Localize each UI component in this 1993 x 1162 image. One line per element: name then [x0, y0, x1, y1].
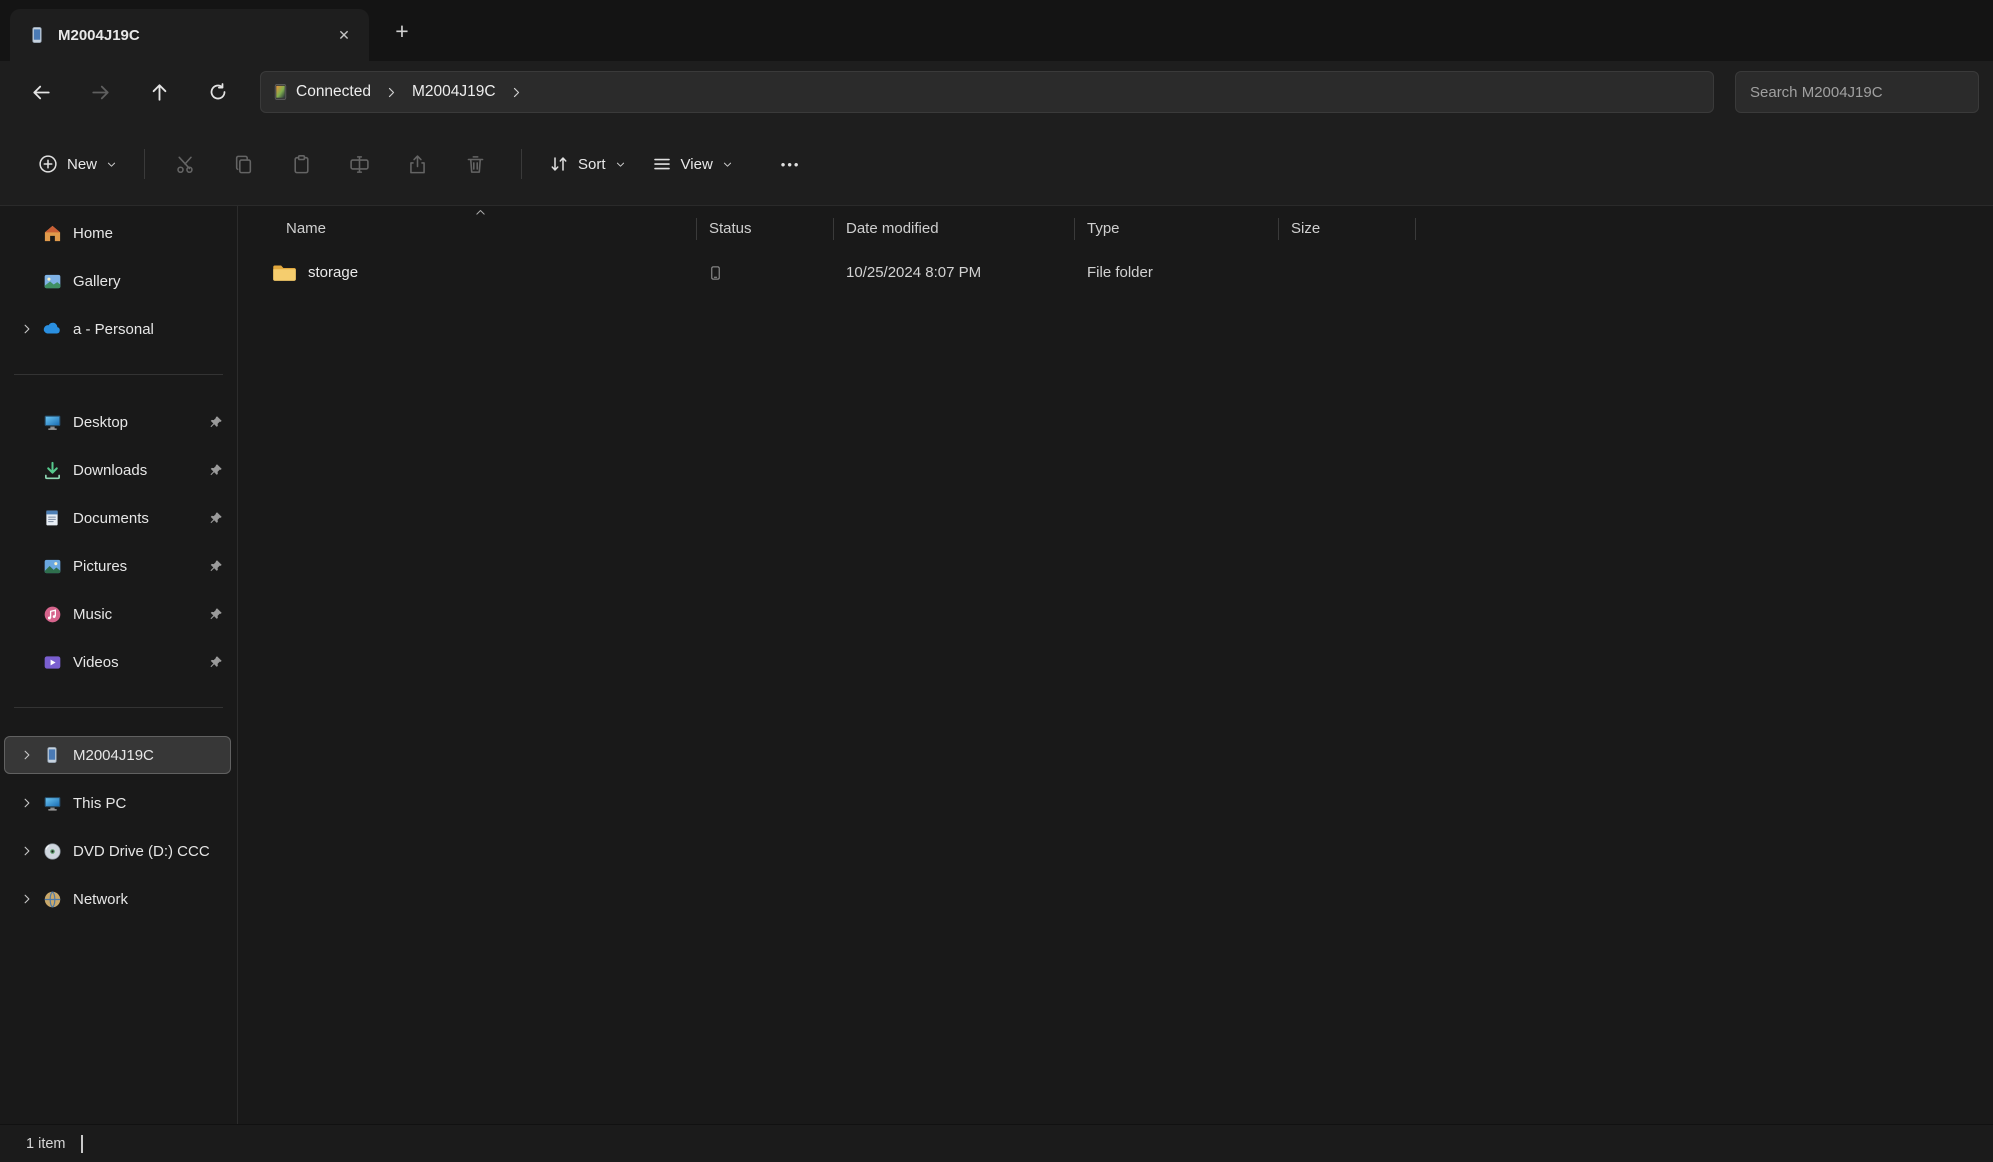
- status-bar-divider: [80, 1134, 83, 1153]
- pin-icon: [201, 511, 231, 525]
- network-icon: [40, 890, 64, 909]
- rename-button[interactable]: [333, 142, 385, 186]
- new-button[interactable]: New: [25, 142, 130, 186]
- file-name: storage: [308, 264, 359, 281]
- file-date-modified: 10/25/2024 8:07 PM: [846, 264, 982, 281]
- status-bar: 1 item: [0, 1124, 1993, 1162]
- column-header-status[interactable]: Status: [697, 206, 834, 251]
- connected-device-icon: [273, 83, 288, 101]
- column-header-name[interactable]: Name: [238, 206, 697, 251]
- sidebar-item-onedrive-personal[interactable]: a - Personal: [4, 310, 231, 348]
- view-button[interactable]: View: [639, 142, 746, 186]
- paste-button[interactable]: [275, 142, 327, 186]
- sidebar-divider: [14, 707, 223, 708]
- refresh-button[interactable]: [195, 71, 241, 113]
- share-button[interactable]: [391, 142, 443, 186]
- sidebar-item-network[interactable]: Network: [4, 880, 231, 918]
- toolbar-separator: [521, 149, 523, 179]
- sidebar-item-pictures[interactable]: Pictures: [4, 547, 231, 585]
- home-icon: [40, 224, 64, 243]
- tab-bar: M2004J19C ✕ +: [0, 0, 1993, 61]
- plus-circle-icon: [38, 154, 58, 174]
- sidebar-item-gallery[interactable]: Gallery: [4, 262, 231, 300]
- new-tab-button[interactable]: +: [385, 14, 419, 48]
- sidebar-divider: [14, 374, 223, 375]
- delete-button[interactable]: [449, 142, 501, 186]
- breadcrumb-connected[interactable]: Connected: [288, 78, 379, 106]
- chevron-right-icon[interactable]: [14, 797, 40, 809]
- documents-icon: [40, 509, 64, 527]
- music-icon: [40, 605, 64, 624]
- navigation-pane: Home Gallery a - Personal Desktop Downlo…: [0, 206, 237, 1124]
- sort-icon: [549, 154, 569, 174]
- file-list-pane: Name Status Date modified Type Size stor…: [238, 206, 1993, 1124]
- command-toolbar: New Sort View •••: [0, 123, 1993, 206]
- breadcrumb-m2004j19c[interactable]: M2004J19C: [404, 78, 504, 106]
- sidebar-item-desktop[interactable]: Desktop: [4, 403, 231, 441]
- close-tab-button[interactable]: ✕: [329, 20, 359, 50]
- more-options-button[interactable]: •••: [768, 142, 814, 186]
- pin-icon: [201, 559, 231, 573]
- sidebar-item-dvd-drive[interactable]: DVD Drive (D:) CCC: [4, 832, 231, 870]
- pin-icon: [201, 655, 231, 669]
- toolbar-separator: [144, 149, 146, 179]
- pictures-icon: [40, 557, 64, 576]
- sidebar-item-videos[interactable]: Videos: [4, 643, 231, 681]
- chevron-down-icon: [615, 159, 626, 170]
- sidebar-item-m2004j19c[interactable]: M2004J19C: [4, 736, 231, 774]
- sidebar-item-this-pc[interactable]: This PC: [4, 784, 231, 822]
- tab-title: M2004J19C: [58, 26, 140, 44]
- file-row-storage[interactable]: storage 10/25/2024 8:07 PM File folder: [238, 251, 1993, 294]
- back-button[interactable]: [18, 71, 64, 113]
- downloads-icon: [40, 461, 64, 480]
- onedrive-cloud-icon: [40, 319, 64, 339]
- chevron-right-icon: [504, 86, 529, 99]
- pin-icon: [201, 607, 231, 621]
- sidebar-item-documents[interactable]: Documents: [4, 499, 231, 537]
- folder-icon: [272, 263, 297, 283]
- chevron-down-icon: [722, 159, 733, 170]
- sidebar-item-downloads[interactable]: Downloads: [4, 451, 231, 489]
- sidebar-item-home[interactable]: Home: [4, 214, 231, 252]
- chevron-right-icon[interactable]: [14, 893, 40, 905]
- pin-icon: [201, 463, 231, 477]
- desktop-icon: [40, 413, 64, 432]
- gallery-icon: [40, 272, 64, 291]
- chevron-right-icon: [379, 86, 404, 99]
- address-bar[interactable]: Connected M2004J19C: [260, 71, 1714, 113]
- chevron-right-icon[interactable]: [14, 749, 40, 761]
- item-count: 1 item: [26, 1135, 66, 1152]
- videos-icon: [40, 653, 64, 672]
- search-input[interactable]: [1735, 71, 1979, 113]
- column-header-date-modified[interactable]: Date modified: [834, 206, 1075, 251]
- file-type: File folder: [1087, 264, 1153, 281]
- column-header-size[interactable]: Size: [1279, 206, 1416, 251]
- copy-button[interactable]: [217, 142, 269, 186]
- tab-m2004j19c[interactable]: M2004J19C ✕: [10, 9, 369, 61]
- file-explorer-window: M2004J19C ✕ + Connected M2004J19C Search…: [0, 0, 1993, 1162]
- sort-button[interactable]: Sort: [536, 142, 639, 186]
- phone-icon: [40, 746, 64, 764]
- chevron-right-icon[interactable]: [14, 845, 40, 857]
- column-header-row: Name Status Date modified Type Size: [238, 206, 1993, 251]
- view-icon: [652, 154, 672, 174]
- up-button[interactable]: [136, 71, 182, 113]
- cut-button[interactable]: [159, 142, 211, 186]
- sidebar-item-music[interactable]: Music: [4, 595, 231, 633]
- chevron-down-icon: [106, 159, 117, 170]
- column-header-type[interactable]: Type: [1075, 206, 1279, 251]
- dvd-drive-icon: [40, 842, 64, 861]
- pin-icon: [201, 415, 231, 429]
- phone-icon: [28, 26, 46, 44]
- device-status-icon: [709, 265, 722, 281]
- forward-button[interactable]: [77, 71, 123, 113]
- this-pc-icon: [40, 794, 64, 813]
- chevron-right-icon[interactable]: [14, 323, 40, 335]
- navigation-bar: Connected M2004J19C: [0, 61, 1993, 123]
